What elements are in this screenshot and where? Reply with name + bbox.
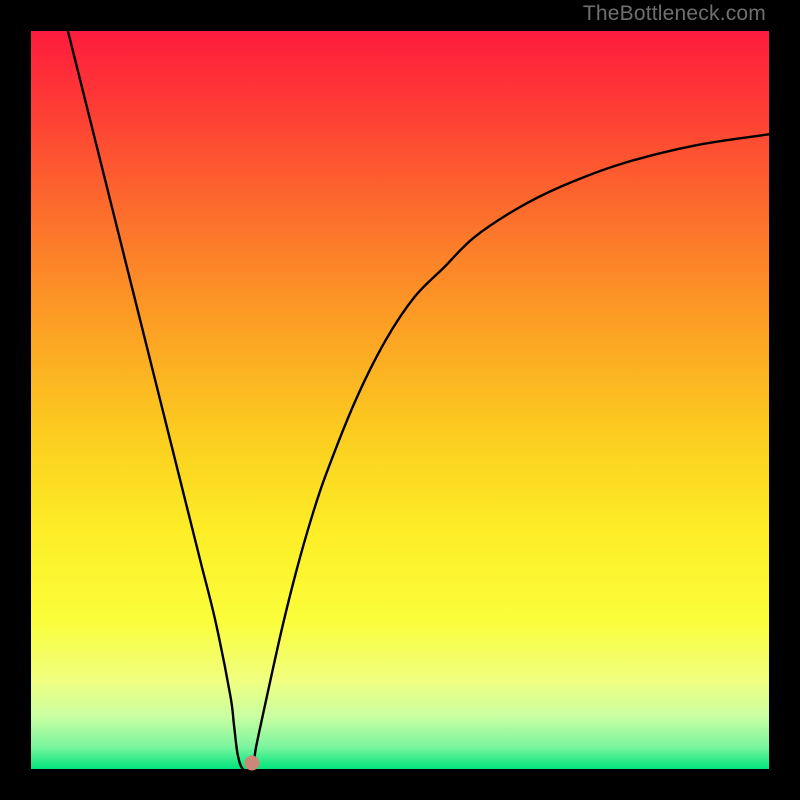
watermark-text: TheBottleneck.com [583, 2, 766, 26]
plot-area [31, 31, 769, 769]
optimal-point-marker [245, 756, 260, 771]
bottleneck-curve [31, 31, 769, 769]
